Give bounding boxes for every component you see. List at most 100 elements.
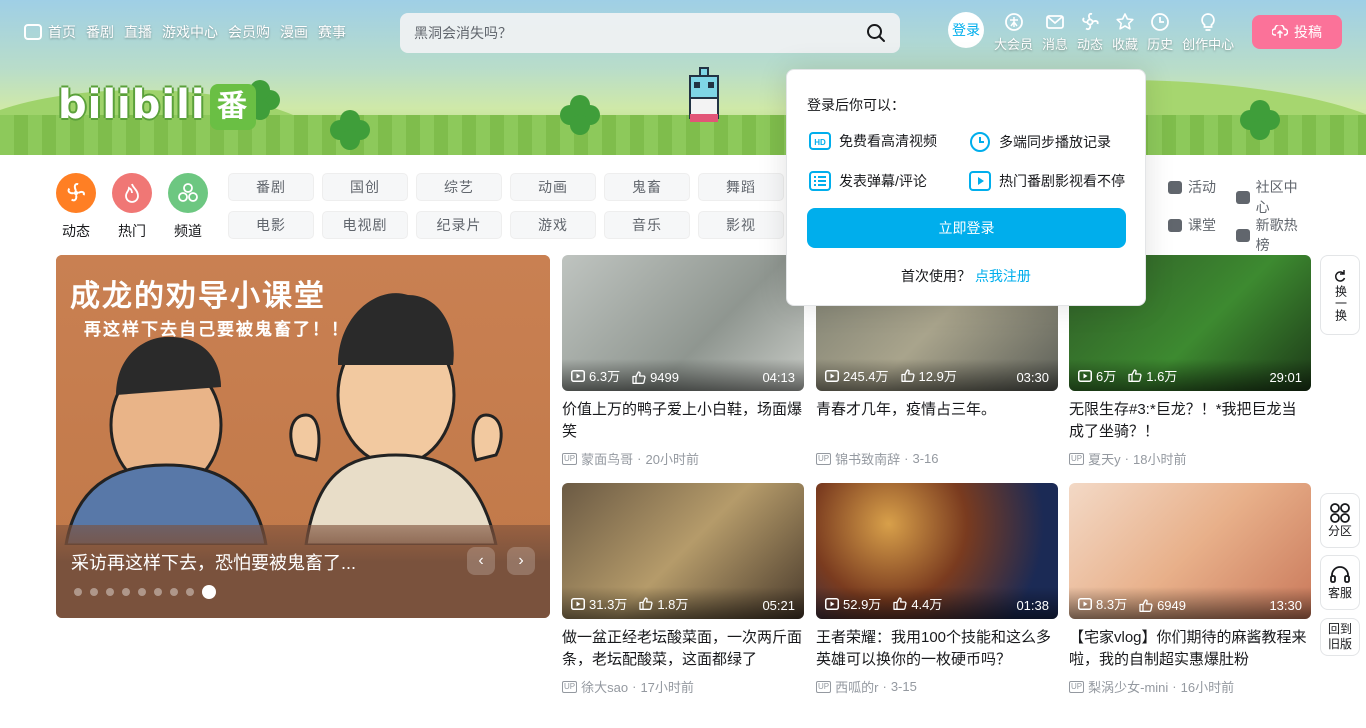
carousel-prev-button[interactable]: ‹ (467, 547, 495, 575)
tag-animation[interactable]: 动画 (510, 173, 596, 201)
nav-messages[interactable]: 消息 (1042, 12, 1068, 53)
extra-activity[interactable]: 活动 (1168, 177, 1216, 197)
channel-dynamic-label: 动态 (62, 223, 90, 239)
video-author[interactable]: 徐大sao (581, 677, 628, 696)
old-version-button[interactable]: 回到旧版 (1320, 618, 1360, 656)
carousel-dot[interactable] (74, 588, 82, 596)
nav-anime[interactable]: 番剧 (86, 22, 114, 42)
nav-manga[interactable]: 漫画 (280, 22, 308, 42)
refresh-button[interactable]: 换一换 (1320, 255, 1360, 335)
video-card[interactable]: 31.3万 1.8万 05:21 做一盆正经老坛酸菜面，一次两斤面条，老坛配酸菜，这面… (562, 483, 804, 696)
flame-icon (112, 173, 152, 213)
customer-service-button[interactable]: 客服 (1320, 555, 1360, 610)
video-thumbnail[interactable]: 52.9万 4.4万 01:38 (816, 483, 1058, 619)
tag-tv[interactable]: 电视剧 (322, 211, 408, 239)
carousel-dot[interactable] (138, 588, 146, 596)
carousel-dot[interactable] (106, 588, 114, 596)
nav-favorites[interactable]: 收藏 (1112, 12, 1138, 53)
nav-live[interactable]: 直播 (124, 22, 152, 42)
carousel-dot[interactable] (186, 588, 194, 596)
video-author[interactable]: 锦书致南辞 (835, 449, 900, 468)
tag-guochuang[interactable]: 国创 (322, 173, 408, 201)
tag-variety[interactable]: 综艺 (416, 173, 502, 201)
extra-community[interactable]: 社区中心 (1236, 177, 1310, 217)
video-date: 18小时前 (1132, 452, 1187, 467)
video-author[interactable]: 梨涡少女-mini (1088, 677, 1168, 696)
channel-dynamic[interactable]: 动态 (56, 173, 96, 241)
login-now-button[interactable]: 立即登录 (807, 208, 1126, 248)
video-thumbnail[interactable]: 31.3万 1.8万 05:21 (562, 483, 804, 619)
tag-kichiku[interactable]: 鬼畜 (604, 173, 690, 201)
extra-classroom[interactable]: 课堂 (1168, 215, 1216, 235)
danmaku-icon (809, 171, 831, 191)
tag-documentary[interactable]: 纪录片 (416, 211, 502, 239)
search-icon[interactable] (866, 23, 886, 43)
carousel-caption[interactable]: 采访再这样下去，恐怕要被鬼畜了... (71, 549, 356, 575)
channel-hot-label: 热门 (118, 223, 146, 239)
nav-mall[interactable]: 会员购 (228, 22, 270, 42)
tag-game[interactable]: 游戏 (510, 211, 596, 239)
video-title[interactable]: 【宅家vlog】你们期待的麻酱教程来啦，我的自制超实惠爆肚粉 (1069, 627, 1311, 671)
tag-anime[interactable]: 番剧 (228, 173, 314, 201)
video-title[interactable]: 王者荣耀：我用100个技能和这么多英雄可以换你的一枚硬币吗？ (816, 627, 1058, 671)
music-note-icon (1236, 228, 1250, 242)
search-input[interactable] (414, 25, 866, 41)
carousel-artwork: 成龙的劝导小课堂 再这样下去自己要被鬼畜了！！ (56, 255, 550, 545)
upload-button[interactable]: 投稿 (1252, 15, 1342, 49)
video-duration: 04:13 (762, 370, 795, 385)
category-button[interactable]: 分区 (1320, 493, 1360, 548)
video-thumbnail[interactable]: 6.3万 9499 04:13 (562, 255, 804, 391)
carousel-next-button[interactable]: › (507, 547, 535, 575)
nav-vip[interactable]: 大会员 (994, 12, 1033, 53)
channel-hot[interactable]: 热门 (112, 173, 152, 241)
view-count-text: 6万 (1096, 369, 1117, 384)
login-avatar-button[interactable]: 登录 (948, 12, 984, 48)
nav-game-center[interactable]: 游戏中心 (162, 22, 218, 42)
carousel-dot[interactable] (154, 588, 162, 596)
video-title[interactable]: 无限生存#3:*巨龙？！*我把巨龙当成了坐骑？！ (1069, 399, 1311, 443)
video-card[interactable]: 6.3万 9499 04:13 价值上万的鸭子爱上小白鞋，场面爆笑 UP 蒙面鸟哥 · 20小… (562, 255, 804, 468)
video-date: 16小时前 (1180, 680, 1235, 695)
tag-music[interactable]: 音乐 (604, 211, 690, 239)
tag-dance[interactable]: 舞蹈 (698, 173, 784, 201)
clover-icon (1240, 100, 1280, 140)
category-label: 分区 (1327, 524, 1352, 538)
nav-favorites-label: 收藏 (1112, 37, 1139, 52)
video-author[interactable]: 西呱的r (835, 677, 878, 696)
carousel-dot[interactable] (170, 588, 178, 596)
nav-dynamic[interactable]: 动态 (1077, 12, 1103, 53)
tag-film[interactable]: 影视 (698, 211, 784, 239)
perk-sync-label: 多端同步播放记录 (999, 134, 1111, 150)
nav-esports[interactable]: 赛事 (318, 22, 346, 42)
video-author[interactable]: 蒙面鸟哥 (581, 449, 633, 468)
nav-home[interactable]: 首页 (24, 22, 76, 42)
extra-new-songs[interactable]: 新歌热榜 (1236, 215, 1310, 255)
video-thumbnail[interactable]: 8.3万 6949 13:30 (1069, 483, 1311, 619)
play-count-icon (1078, 597, 1092, 610)
like-count: 1.8万 (639, 594, 688, 613)
video-author[interactable]: 夏天y (1088, 449, 1121, 468)
video-title[interactable]: 青春才几年，疫情占三年。 (816, 399, 1058, 443)
view-count: 31.3万 (571, 594, 627, 613)
like-icon (900, 369, 915, 382)
video-date: 17小时前 (640, 680, 694, 695)
video-title[interactable]: 做一盆正经老坛酸菜面，一次两斤面条，老坛配酸菜，这面都绿了 (562, 627, 804, 671)
video-card[interactable]: 8.3万 6949 13:30 【宅家vlog】你们期待的麻酱教程来啦，我的自制超实惠… (1069, 483, 1311, 696)
video-title[interactable]: 价值上万的鸭子爱上小白鞋，场面爆笑 (562, 399, 804, 443)
carousel-dot[interactable] (90, 588, 98, 596)
nav-creator-center[interactable]: 创作中心 (1182, 12, 1234, 53)
carousel-dot[interactable] (122, 588, 130, 596)
sync-clock-icon (970, 132, 990, 152)
like-icon (639, 597, 653, 610)
video-meta: UP 蒙面鸟哥 · 20小时前 (562, 449, 804, 468)
tag-movie[interactable]: 电影 (228, 211, 314, 239)
nav-history[interactable]: 历史 (1147, 12, 1173, 53)
carousel-dot[interactable] (202, 585, 216, 599)
like-count: 6949 (1139, 598, 1186, 613)
channel-channels[interactable]: 频道 (168, 173, 208, 241)
register-link[interactable]: 点我注册 (975, 268, 1031, 284)
hero-carousel[interactable]: 成龙的劝导小课堂 再这样下去自己要被鬼畜了！！ 采访再这样下去，恐怕要被鬼畜了.… (56, 255, 550, 618)
like-count-text: 9499 (650, 370, 679, 385)
video-card[interactable]: 52.9万 4.4万 01:38 王者荣耀：我用100个技能和这么多英雄可以换你的一枚… (816, 483, 1058, 696)
bilibili-logo[interactable]: bilibili 番 (58, 82, 256, 130)
